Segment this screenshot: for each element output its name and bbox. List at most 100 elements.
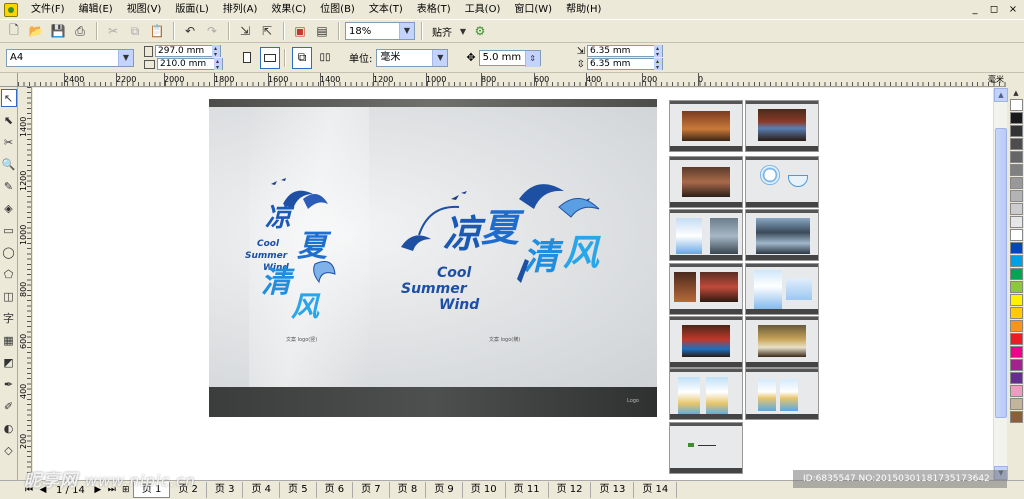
copy-icon[interactable]: ⧉ bbox=[125, 21, 145, 41]
paper-size-select[interactable]: A4 ▼ bbox=[6, 48, 134, 67]
scroll-up-icon[interactable]: ▲ bbox=[994, 88, 1008, 102]
menu-text[interactable]: 文本(T) bbox=[362, 0, 410, 19]
options-icon[interactable]: ⚙ bbox=[470, 21, 490, 41]
close-button[interactable]: × bbox=[1004, 2, 1022, 17]
portrait-button[interactable] bbox=[237, 47, 257, 69]
outline-pen-icon[interactable]: ✐ bbox=[1, 397, 17, 415]
undo-icon[interactable]: ↶ bbox=[180, 21, 200, 41]
ruler-origin[interactable] bbox=[0, 73, 18, 87]
page-tab[interactable]: 页 3 bbox=[207, 482, 244, 498]
eyedropper-icon[interactable]: ✒ bbox=[1, 375, 17, 393]
basic-shapes-icon[interactable]: ◫ bbox=[1, 287, 17, 305]
application-launcher-icon[interactable]: ▣ bbox=[290, 21, 310, 41]
restore-button[interactable]: ◻ bbox=[985, 2, 1003, 17]
thumbnail-page[interactable] bbox=[745, 263, 819, 315]
table-tool-icon[interactable]: ▦ bbox=[1, 331, 17, 349]
horizontal-logo[interactable]: 凉 夏 清 风 Cool Summer Wind bbox=[399, 179, 619, 319]
text-tool-icon[interactable]: 字 bbox=[1, 309, 17, 327]
thumbnail-page[interactable] bbox=[669, 156, 743, 208]
menu-layout[interactable]: 版面(L) bbox=[168, 0, 215, 19]
page-tab[interactable]: 页 9 bbox=[426, 482, 463, 498]
save-icon[interactable]: 💾 bbox=[48, 21, 68, 41]
color-swatch[interactable] bbox=[1009, 125, 1023, 137]
color-swatch[interactable] bbox=[1009, 294, 1023, 306]
thumbnail-page[interactable] bbox=[669, 263, 743, 315]
color-swatch[interactable] bbox=[1009, 281, 1023, 293]
thumbnail-page[interactable] bbox=[745, 156, 819, 208]
color-swatch[interactable] bbox=[1009, 203, 1023, 215]
polygon-tool-icon[interactable]: ⬠ bbox=[1, 265, 17, 283]
crop-tool-icon[interactable]: ✂ bbox=[1, 133, 17, 151]
color-swatch[interactable] bbox=[1009, 151, 1023, 163]
color-swatch[interactable] bbox=[1009, 385, 1023, 397]
menu-help[interactable]: 帮助(H) bbox=[559, 0, 608, 19]
zoom-level-select[interactable]: 18% ▼ bbox=[345, 22, 415, 40]
page-tab[interactable]: 页 6 bbox=[317, 482, 354, 498]
page-width-input[interactable]: 297.0 mm bbox=[155, 45, 221, 57]
menu-table[interactable]: 表格(T) bbox=[410, 0, 458, 19]
color-swatch[interactable] bbox=[1009, 359, 1023, 371]
color-swatch[interactable] bbox=[1009, 229, 1023, 241]
thumbnail-page[interactable] bbox=[745, 316, 819, 368]
new-icon[interactable]: 🗋 bbox=[4, 21, 24, 41]
color-swatch[interactable] bbox=[1009, 346, 1023, 358]
menu-window[interactable]: 窗口(W) bbox=[507, 0, 559, 19]
color-swatch[interactable] bbox=[1009, 307, 1023, 319]
welcome-screen-icon[interactable]: ▤ bbox=[312, 21, 332, 41]
color-swatch[interactable] bbox=[1009, 138, 1023, 150]
color-swatch[interactable] bbox=[1009, 112, 1023, 124]
print-icon[interactable]: ⎙ bbox=[70, 21, 90, 41]
snap-to-dropdown[interactable]: 贴齐 bbox=[428, 24, 456, 39]
menu-edit[interactable]: 编辑(E) bbox=[72, 0, 120, 19]
pick-tool-icon[interactable]: ↖ bbox=[0, 89, 17, 107]
duplicate-x-input[interactable]: 6.35 mm bbox=[586, 45, 663, 57]
paste-icon[interactable]: 📋 bbox=[147, 21, 167, 41]
thumbnail-page[interactable] bbox=[669, 209, 743, 261]
color-swatch[interactable] bbox=[1009, 177, 1023, 189]
main-page[interactable]: 凉 夏 Cool Summer Wind 清 风 凉 夏 清 风 Cool Su… bbox=[209, 99, 657, 417]
color-swatch[interactable] bbox=[1009, 372, 1023, 384]
thumbnail-page[interactable] bbox=[669, 316, 743, 368]
color-swatch[interactable] bbox=[1009, 190, 1023, 202]
thumbnail-page[interactable] bbox=[669, 422, 743, 474]
shape-tool-icon[interactable]: ⬉ bbox=[1, 111, 17, 129]
thumbnail-page[interactable] bbox=[745, 368, 819, 420]
menu-bitmaps[interactable]: 位图(B) bbox=[313, 0, 362, 19]
page-tab[interactable]: 页 12 bbox=[549, 482, 592, 498]
palette-scroll-up-icon[interactable]: ▲ bbox=[1013, 89, 1018, 99]
current-page-button[interactable]: ▯▯ bbox=[315, 47, 335, 69]
horizontal-ruler[interactable]: 2400 2200 2000 1800 1600 1400 1200 1000 … bbox=[18, 73, 1006, 87]
interactive-tool-icon[interactable]: ◩ bbox=[1, 353, 17, 371]
color-swatch[interactable] bbox=[1009, 164, 1023, 176]
fill-tool-icon[interactable]: ◐ bbox=[1, 419, 17, 437]
page-tab[interactable]: 页 14 bbox=[634, 482, 678, 498]
page-tab[interactable]: 页 5 bbox=[280, 482, 317, 498]
thumbnail-page[interactable] bbox=[745, 209, 819, 261]
page-height-input[interactable]: 210.0 mm bbox=[157, 58, 223, 70]
minimize-button[interactable]: _ bbox=[966, 2, 984, 17]
nudge-distance-input[interactable]: 5.0 mm ⇕ bbox=[478, 49, 541, 67]
color-swatch[interactable] bbox=[1009, 411, 1023, 423]
redo-icon[interactable]: ↷ bbox=[202, 21, 222, 41]
vertical-ruler[interactable]: 1400 1200 1000 800 600 400 200 bbox=[18, 87, 32, 480]
scroll-thumb[interactable] bbox=[995, 128, 1007, 418]
menu-arrange[interactable]: 排列(A) bbox=[216, 0, 265, 19]
freehand-tool-icon[interactable]: ✎ bbox=[1, 177, 17, 195]
color-swatch[interactable] bbox=[1009, 255, 1023, 267]
zoom-tool-icon[interactable]: 🔍 bbox=[1, 155, 17, 173]
ellipse-tool-icon[interactable]: ◯ bbox=[1, 243, 17, 261]
cut-icon[interactable]: ✂ bbox=[103, 21, 123, 41]
page-tab[interactable]: 页 8 bbox=[390, 482, 427, 498]
landscape-button[interactable] bbox=[260, 46, 280, 69]
interactive-fill-icon[interactable]: ◇ bbox=[1, 441, 17, 459]
import-icon[interactable]: ⇲ bbox=[235, 21, 255, 41]
page-tab[interactable]: 页 13 bbox=[591, 482, 635, 498]
vertical-logo[interactable]: 凉 夏 Cool Summer Wind 清 风 bbox=[243, 174, 373, 324]
page-tab[interactable]: 页 4 bbox=[243, 482, 281, 498]
menu-tools[interactable]: 工具(O) bbox=[458, 0, 508, 19]
open-icon[interactable]: 📂 bbox=[26, 21, 46, 41]
drawing-canvas[interactable]: 凉 夏 Cool Summer Wind 清 风 凉 夏 清 风 Cool Su… bbox=[33, 88, 993, 480]
menu-file[interactable]: 文件(F) bbox=[24, 0, 72, 19]
page-tab[interactable]: 页 7 bbox=[353, 482, 390, 498]
thumbnail-page[interactable] bbox=[669, 100, 743, 152]
